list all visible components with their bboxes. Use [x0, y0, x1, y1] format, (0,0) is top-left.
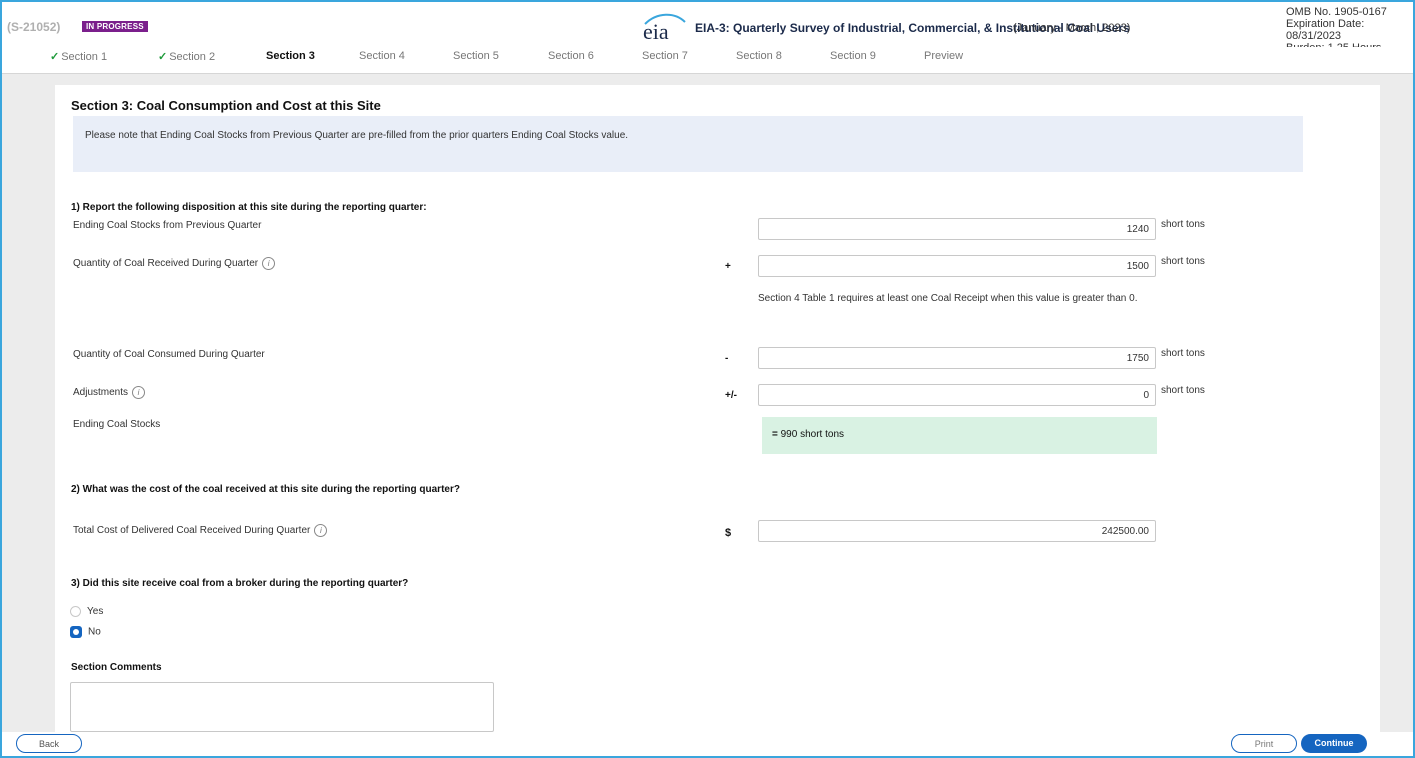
plus-operator: +	[725, 261, 731, 272]
adjustments-unit: short tons	[1161, 385, 1205, 396]
ending-prev-input[interactable]: 1240	[758, 218, 1156, 240]
tab-section-4[interactable]: Section 4	[359, 50, 405, 62]
minus-operator: -	[725, 353, 729, 364]
comments-label: Section Comments	[71, 662, 162, 673]
question-3: 3) Did this site receive coal from a bro…	[71, 578, 409, 589]
checkmark-icon: ✓	[50, 51, 60, 63]
adjustments-input[interactable]: 0	[758, 384, 1156, 406]
app-frame: (S-21052) IN PROGRESS eia EIA-3: Quarter…	[0, 0, 1415, 758]
form-period: (January - March, 2023)	[1013, 22, 1131, 34]
plus-minus-operator: +/-	[725, 390, 737, 401]
section-tabs: ✓ Section 1 ✓ Section 2 Section 3 Section …	[2, 47, 1413, 74]
header: (S-21052) IN PROGRESS eia EIA-3: Quarter…	[2, 2, 1413, 54]
eia-logo: eia	[643, 13, 686, 42]
ending-stocks-result: = 990 short tons	[762, 417, 1157, 454]
tab-section-6[interactable]: Section 6	[548, 50, 594, 62]
info-icon[interactable]: i	[314, 524, 328, 537]
info-note: Please note that Ending Coal Stocks from…	[73, 116, 1303, 172]
consumed-input[interactable]: 1750	[758, 347, 1156, 369]
broker-option-no[interactable]: No	[70, 626, 101, 638]
dollar-sign: $	[725, 527, 732, 539]
consumed-label: Quantity of Coal Consumed During Quarter	[73, 349, 265, 360]
tab-section-9[interactable]: Section 9	[830, 50, 876, 62]
radio-checked-icon[interactable]	[70, 626, 82, 638]
print-button[interactable]: Print	[1231, 734, 1297, 753]
expiration-date: Expiration Date: 08/31/2023	[1286, 18, 1365, 42]
info-icon[interactable]: i	[132, 386, 146, 399]
cost-label: Total Cost of Delivered Coal Received Du…	[73, 524, 328, 537]
equals-sign: =	[772, 429, 778, 440]
received-input[interactable]: 1500	[758, 255, 1156, 277]
checkmark-icon: ✓	[158, 51, 168, 63]
received-unit: short tons	[1161, 256, 1205, 267]
ending-prev-unit: short tons	[1161, 219, 1205, 230]
ending-stocks-value: 990 short tons	[780, 429, 844, 440]
status-badge: IN PROGRESS	[82, 21, 148, 32]
logo-text: eia	[643, 19, 669, 42]
tab-section-5[interactable]: Section 5	[453, 50, 499, 62]
section-title: Section 3: Coal Consumption and Cost at …	[71, 98, 381, 113]
radio-button-icon[interactable]	[70, 606, 81, 617]
tab-section-3[interactable]: Section 3	[266, 50, 315, 62]
cost-input[interactable]: 242500.00	[758, 520, 1156, 542]
omb-number: OMB No. 1905-0167	[1286, 6, 1387, 18]
broker-option-yes[interactable]: Yes	[70, 606, 103, 617]
consumed-unit: short tons	[1161, 348, 1205, 359]
tab-section-2[interactable]: ✓ Section 2	[158, 50, 215, 63]
adjustments-label: Adjustments i	[73, 386, 146, 399]
note-text: Please note that Ending Coal Stocks from…	[85, 130, 629, 141]
comments-textarea[interactable]	[70, 682, 494, 732]
survey-id: (S-21052)	[7, 20, 61, 34]
tab-section-8[interactable]: Section 8	[736, 50, 782, 62]
received-label: Quantity of Coal Received During Quarter…	[73, 257, 276, 270]
continue-button[interactable]: Continue	[1301, 734, 1367, 753]
section-card: Section 3: Coal Consumption and Cost at …	[55, 85, 1380, 735]
footer: Back Print Continue	[2, 732, 1413, 756]
question-1: 1) Report the following disposition at t…	[71, 202, 427, 213]
ending-prev-label: Ending Coal Stocks from Previous Quarter	[73, 220, 262, 231]
tab-section-1[interactable]: ✓ Section 1	[50, 50, 107, 63]
info-icon[interactable]: i	[262, 257, 276, 270]
ending-stocks-label: Ending Coal Stocks	[73, 419, 161, 430]
received-helper-text: Section 4 Table 1 requires at least one …	[758, 293, 1138, 304]
back-button[interactable]: Back	[16, 734, 82, 753]
tab-section-7[interactable]: Section 7	[642, 50, 688, 62]
tab-preview[interactable]: Preview	[924, 50, 963, 62]
question-2: 2) What was the cost of the coal receive…	[71, 484, 460, 495]
